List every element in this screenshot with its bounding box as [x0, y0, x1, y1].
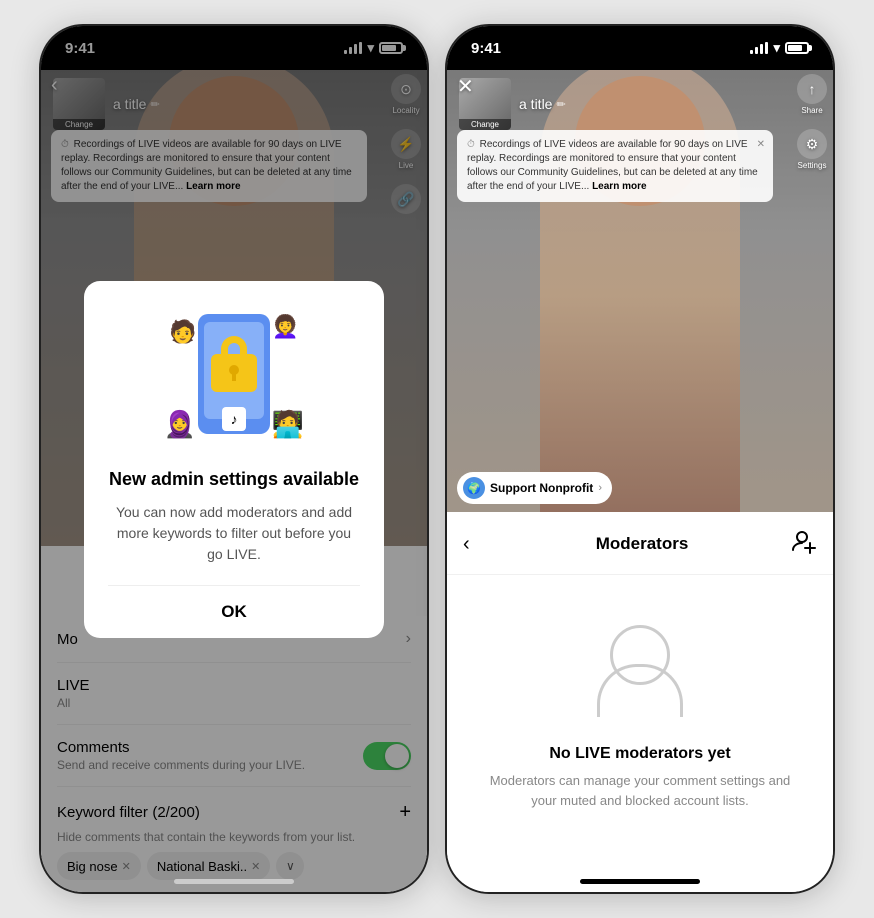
- nonprofit-icon: 🌍: [463, 477, 485, 499]
- moderators-header: ‹ Moderators: [447, 512, 833, 575]
- person-top-left-icon: 🧑: [169, 319, 196, 345]
- change-label-2: Change: [459, 119, 511, 130]
- person-left-icon: 🧕: [164, 402, 196, 447]
- modal-overlay: 👩‍🦱 🧑 ♪: [41, 26, 427, 892]
- empty-state: No LIVE moderators yet Moderators can ma…: [447, 575, 833, 840]
- notification-box-2: ⏱ Recordings of LIVE videos are availabl…: [457, 130, 773, 202]
- right-icons-2: ↑ Share ⚙ Settings: [797, 74, 827, 170]
- person-right-icon: 🧑‍💻: [272, 402, 304, 447]
- modal-title: New admin settings available: [108, 469, 360, 490]
- signal-icon-2: [750, 42, 768, 54]
- notif-icon-2: ⏱: [467, 139, 475, 150]
- wifi-icon-2: ▾: [773, 40, 780, 56]
- admin-settings-modal: 👩‍🦱 🧑 ♪: [84, 281, 384, 638]
- home-indicator-1: [174, 879, 294, 884]
- settings-label: Settings: [798, 161, 827, 170]
- battery-icon-2: [785, 42, 809, 54]
- phone-1: 9:41 ▾ Change a title: [39, 24, 429, 894]
- learn-more-2[interactable]: Learn more: [592, 181, 646, 192]
- live-top-bar-2: Change a title ✏: [447, 70, 833, 138]
- empty-state-description: Moderators can manage your comment setti…: [477, 771, 803, 810]
- add-moderator-icon: [791, 528, 817, 554]
- live-title-2: a title: [519, 96, 552, 112]
- time-2: 9:41: [471, 40, 501, 57]
- empty-avatar-icon: [600, 625, 680, 705]
- title-area-2: a title ✏: [519, 96, 566, 112]
- edit-icon-2[interactable]: ✏: [556, 98, 565, 111]
- share-icon[interactable]: ↑ Share: [797, 74, 827, 115]
- moderators-title: Moderators: [596, 534, 689, 554]
- phone-2: 9:41 ▾ Change a title: [445, 24, 835, 894]
- status-icons-2: ▾: [750, 40, 809, 56]
- notification-close-2[interactable]: ✕: [757, 138, 765, 152]
- modal-button-area: OK: [108, 585, 360, 638]
- home-indicator-2: [580, 879, 700, 884]
- support-nonprofit-pill[interactable]: 🌍 Support Nonprofit ›: [457, 472, 612, 504]
- moderators-add-button[interactable]: [791, 528, 817, 560]
- close-button-2[interactable]: ✕: [457, 74, 474, 99]
- modal-illustration: 👩‍🦱 🧑 ♪: [164, 309, 304, 449]
- status-bar-2: 9:41 ▾: [447, 26, 833, 70]
- support-pill-arrow: ›: [598, 482, 602, 494]
- share-label: Share: [801, 106, 822, 115]
- support-pill-text: Support Nonprofit: [490, 481, 593, 495]
- empty-state-title: No LIVE moderators yet: [549, 745, 730, 763]
- settings-icon[interactable]: ⚙ Settings: [797, 129, 827, 170]
- modal-description: You can now add moderators and add more …: [108, 502, 360, 565]
- illus-lock: [211, 354, 257, 392]
- moderators-panel: ‹ Moderators No LIVE moderator: [447, 512, 833, 892]
- moderators-back-button[interactable]: ‹: [463, 533, 493, 556]
- person-top-right-icon: 👩‍🦱: [272, 314, 299, 340]
- tiktok-logo-icon: ♪: [222, 407, 246, 431]
- modal-ok-button[interactable]: OK: [108, 586, 360, 638]
